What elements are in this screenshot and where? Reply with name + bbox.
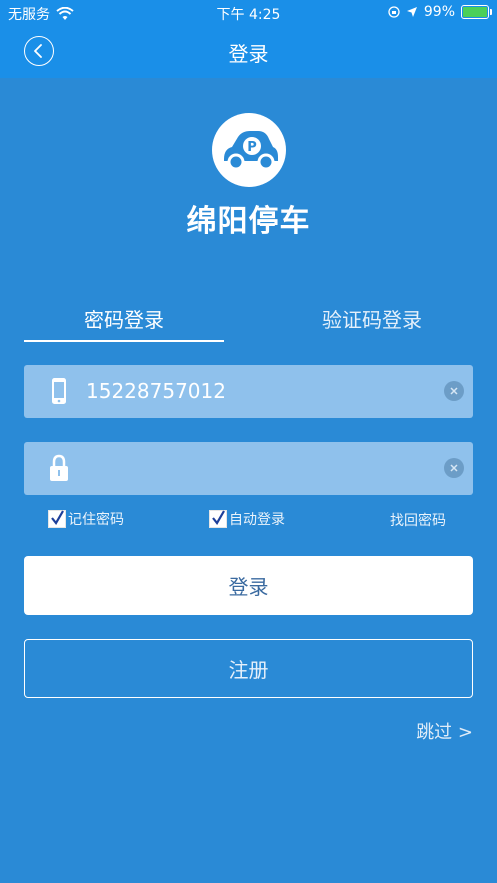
password-clear-button[interactable] — [444, 458, 464, 478]
tab-password-login[interactable]: 密码登录 — [24, 304, 224, 333]
location-arrow-icon — [406, 7, 417, 17]
phone-clear-button[interactable] — [444, 381, 464, 401]
battery-fill — [463, 7, 488, 17]
remember-checkbox[interactable] — [48, 510, 66, 528]
lock-icon — [50, 454, 68, 481]
clear-icon — [450, 464, 458, 472]
phone-icon — [52, 378, 66, 404]
clear-icon — [450, 387, 458, 395]
password-field — [24, 442, 473, 495]
status-right: 99% — [388, 4, 492, 20]
phone-input[interactable] — [86, 379, 436, 403]
app-logo: P — [212, 113, 286, 187]
checkmark-icon — [51, 510, 64, 525]
brand-name: 绵阳停车 — [186, 204, 311, 239]
auto-login-checkbox[interactable] — [209, 510, 227, 528]
nav-title: 登录 — [228, 42, 269, 66]
checkmark-icon — [212, 510, 225, 525]
parking-car-icon: P — [224, 131, 278, 171]
status-bar: 无服务 下午 4:25 99% — [0, 0, 497, 26]
forgot-password-link[interactable]: 找回密码 — [390, 510, 446, 530]
nav-bar: 登录 — [0, 26, 497, 78]
register-button[interactable]: 注册 — [24, 639, 473, 698]
tab-code-login[interactable]: 验证码登录 — [272, 304, 472, 333]
password-input[interactable] — [86, 456, 436, 480]
remember-password-option[interactable]: 记住密码 — [48, 509, 124, 529]
remember-label: 记住密码 — [68, 512, 124, 528]
lock-rotation-icon — [388, 6, 400, 18]
auto-login-label: 自动登录 — [229, 512, 285, 528]
svg-text:P: P — [247, 140, 257, 155]
login-button[interactable]: 登录 — [24, 556, 473, 615]
skip-link[interactable]: 跳过 > — [416, 718, 473, 744]
phone-field — [24, 365, 473, 418]
battery-percent: 99% — [423, 4, 455, 20]
tab-active-indicator — [24, 340, 224, 342]
auto-login-option[interactable]: 自动登录 — [209, 509, 285, 529]
battery-icon — [461, 5, 492, 19]
